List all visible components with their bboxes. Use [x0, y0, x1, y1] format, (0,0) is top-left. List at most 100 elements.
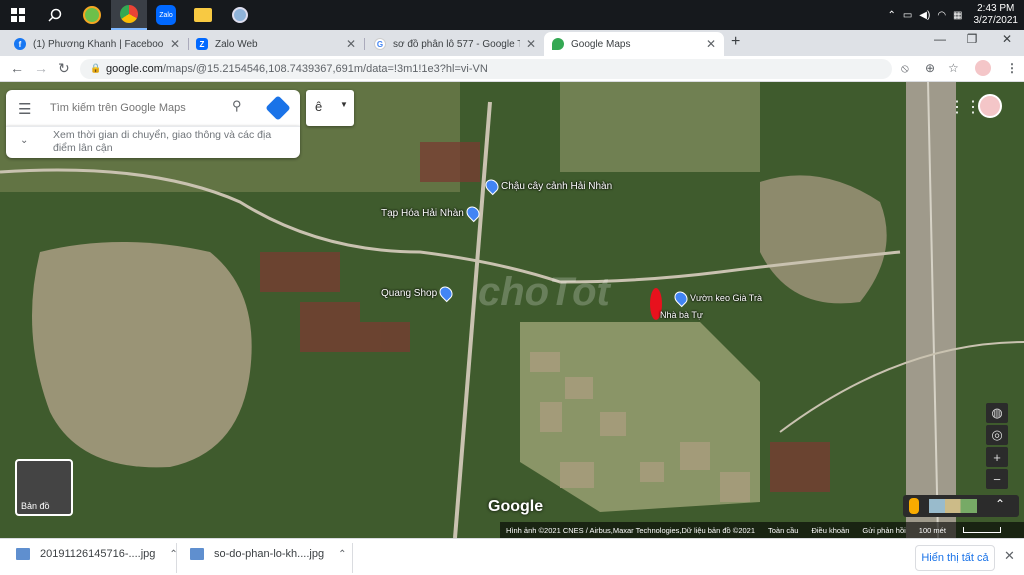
- taskbar-app-clock[interactable]: [74, 0, 110, 30]
- place-label: Vườn keo Già Trà: [690, 293, 762, 303]
- tab-title: Zalo Web: [215, 38, 258, 50]
- place-quang-shop[interactable]: Quang Shop: [381, 283, 456, 303]
- place-marker-icon: [671, 288, 691, 308]
- zalo-icon: Z: [196, 38, 208, 50]
- show-all-downloads-button[interactable]: Hiển thị tất cả: [915, 545, 995, 571]
- close-icon[interactable]: ✕: [346, 37, 356, 51]
- terms-link[interactable]: Điều khoản: [811, 526, 849, 535]
- clock-app-icon: [83, 6, 101, 24]
- feedback-link[interactable]: Gửi phản hồi: [862, 526, 905, 535]
- image-file-icon: [16, 548, 30, 560]
- place-label: Tạp Hóa Hải Nhàn: [381, 207, 464, 219]
- forward-button[interactable]: →: [34, 60, 48, 76]
- scale-label[interactable]: 100 mét: [919, 526, 1014, 535]
- download-divider: [352, 543, 353, 573]
- taskbar-clock[interactable]: 2:43 PM 3/27/2021: [974, 3, 1019, 27]
- download-filename: 20191126145716-....jpg: [40, 548, 156, 560]
- volume-icon[interactable]: ◀): [919, 10, 930, 21]
- imagery-thumbnails[interactable]: [929, 499, 977, 513]
- bare-hill: [32, 242, 252, 468]
- place-nha-ba-tu[interactable]: Nhà bà Tự: [660, 310, 703, 320]
- dropdown-arrow-icon: ▼: [340, 100, 348, 109]
- my-location-icon[interactable]: ◎: [986, 425, 1008, 445]
- url-host: google.com: [106, 63, 163, 75]
- tab-facebook[interactable]: f (1) Phương Khanh | Facebook ✕: [6, 32, 188, 56]
- account-avatar[interactable]: [978, 94, 1002, 118]
- download-divider: [176, 543, 177, 573]
- search-icon: [48, 8, 62, 22]
- place-vuon-keo[interactable]: Vườn keo Già Trà: [671, 288, 762, 308]
- place-marker-icon: [436, 283, 456, 303]
- map-layer-toggle[interactable]: Bản đồ: [15, 459, 73, 516]
- input-tools-button[interactable]: ê ▼: [306, 90, 354, 126]
- tab-title: Google Maps: [571, 38, 631, 50]
- pegman-bar: ⌃: [903, 495, 1019, 517]
- more-menu-icon[interactable]: ⋮: [1006, 61, 1018, 75]
- wifi-icon[interactable]: ◠: [937, 10, 946, 21]
- download-item[interactable]: 20191126145716-....jpg ⌃: [16, 548, 178, 560]
- install-icon[interactable]: ⊕: [925, 61, 935, 75]
- taskbar-app-explorer[interactable]: [185, 0, 221, 30]
- system-tray: ⌃ ▭ ◀) ◠ ▦ 2:43 PM 3/27/2021: [887, 0, 1018, 30]
- download-filename: so-do-phan-lo-kh....jpg: [214, 548, 325, 560]
- layer-label: Bản đồ: [21, 501, 50, 511]
- place-label: Quang Shop: [381, 287, 438, 299]
- place-marker-icon: [482, 176, 502, 196]
- bookmark-star-icon[interactable]: ☆: [948, 61, 959, 75]
- browser-tab-strip: f (1) Phương Khanh | Facebook ✕ Z Zalo W…: [0, 30, 1024, 56]
- tab-zalo[interactable]: Z Zalo Web ✕: [188, 32, 364, 56]
- download-item[interactable]: so-do-phan-lo-kh....jpg ⌃: [190, 548, 346, 560]
- satellite-map[interactable]: choTot Chậu cây cảnh Hải Nhàn Tạp Hóa Hả…: [0, 82, 1024, 538]
- chevron-down-icon[interactable]: ⌄: [20, 135, 28, 146]
- search-icon[interactable]: ⚲: [232, 98, 242, 114]
- profile-avatar[interactable]: [975, 60, 991, 76]
- network-icon[interactable]: ▭: [903, 10, 912, 21]
- directions-icon[interactable]: [265, 95, 291, 121]
- windows-taskbar: Zalo ⌃ ▭ ◀) ◠ ▦ 2:43 PM 3/27/2021: [0, 0, 1024, 30]
- browser-toolbar: ← → ↻ 🔒 google.com/maps/@15.2154546,108.…: [0, 56, 1024, 82]
- address-bar[interactable]: 🔒 google.com/maps/@15.2154546,108.743936…: [80, 59, 892, 79]
- tab-title: sơ đồ phân lô 577 - Google Tìm k: [393, 38, 520, 50]
- taskbar-app-tools[interactable]: [222, 0, 258, 30]
- location-blocked-icon[interactable]: ⦸: [901, 61, 909, 76]
- chrome-icon: [120, 5, 138, 23]
- close-icon[interactable]: ✕: [526, 37, 536, 51]
- search-taskbar-button[interactable]: [37, 0, 73, 30]
- start-button[interactable]: [0, 0, 36, 30]
- scale-bar: [962, 526, 1001, 533]
- close-icon[interactable]: ✕: [170, 37, 180, 51]
- back-button[interactable]: ←: [10, 60, 24, 76]
- pegman-icon[interactable]: [909, 498, 919, 514]
- folder-icon: [194, 8, 212, 22]
- close-icon[interactable]: ✕: [1004, 548, 1015, 564]
- hamburger-menu-icon[interactable]: ☰: [18, 100, 31, 118]
- nearby-text: Xem thời gian di chuyển, giao thông và c…: [53, 129, 272, 154]
- taskbar-app-zalo[interactable]: Zalo: [148, 0, 184, 30]
- new-tab-button[interactable]: +: [731, 33, 740, 51]
- chevron-up-icon[interactable]: ⌃: [995, 497, 1005, 511]
- tab-google-maps[interactable]: Google Maps ✕: [544, 32, 724, 56]
- chevron-up-icon[interactable]: ⌃: [338, 549, 346, 560]
- image-file-icon: [190, 548, 204, 560]
- language-icon[interactable]: ▦: [953, 10, 962, 21]
- maps-search-box: ☰ ⚲: [6, 90, 300, 126]
- place-chau-cay-canh[interactable]: Chậu cây cảnh Hải Nhàn: [482, 176, 612, 196]
- global-link[interactable]: Toàn cầu: [768, 526, 798, 535]
- globe-icon[interactable]: ◍: [986, 403, 1008, 423]
- taskbar-app-chrome[interactable]: [111, 0, 147, 30]
- close-icon[interactable]: ✕: [706, 37, 716, 51]
- nearby-panel[interactable]: ⌄ Xem thời gian di chuyển, giao thông và…: [6, 126, 300, 158]
- chevron-up-icon[interactable]: ⌃: [887, 10, 895, 21]
- place-tap-hoa[interactable]: Tạp Hóa Hải Nhàn: [381, 203, 483, 223]
- tab-google-search[interactable]: G sơ đồ phân lô 577 - Google Tìm k ✕: [366, 32, 544, 56]
- minimize-button[interactable]: —: [928, 32, 952, 46]
- place-label: Nhà bà Tự: [660, 310, 703, 320]
- windows-icon: [11, 8, 25, 22]
- zoom-in-button[interactable]: +: [986, 447, 1008, 467]
- tab-title: (1) Phương Khanh | Facebook: [33, 38, 164, 50]
- reload-button[interactable]: ↻: [58, 60, 70, 77]
- search-input[interactable]: [50, 98, 225, 118]
- window-close-button[interactable]: ✕: [995, 32, 1019, 46]
- restore-button[interactable]: ❐: [960, 32, 984, 46]
- zoom-out-button[interactable]: −: [986, 469, 1008, 489]
